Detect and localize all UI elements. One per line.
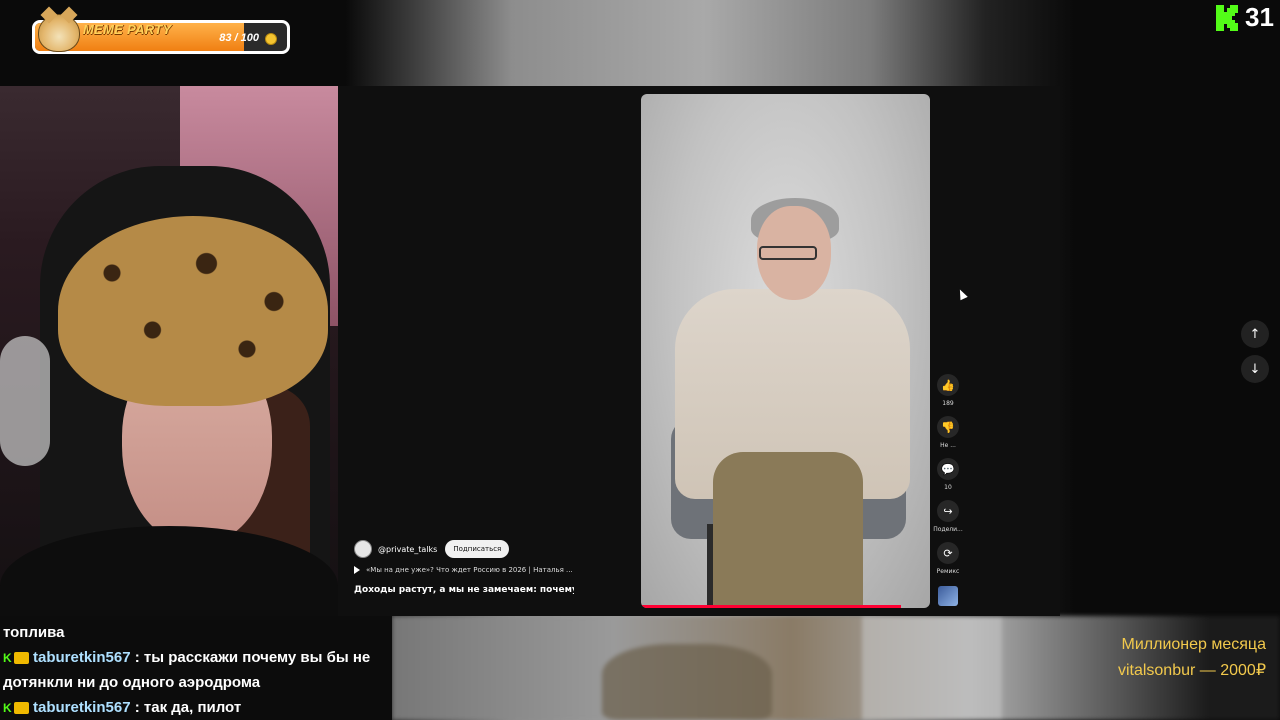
channel-info: @private_talks Подписаться: [354, 540, 510, 558]
next-video-button[interactable]: ↓: [1241, 355, 1269, 383]
arrow-down-icon: ↓: [1249, 361, 1261, 377]
share-action[interactable]: ↪ Подели...: [933, 500, 963, 534]
blurred-shape: [602, 644, 772, 720]
arrow-up-icon: ↑: [1249, 326, 1261, 342]
action-bar: 👍 189 👎 Не ... 💬 10 ↪ Подели... ⟳ Ремикс: [933, 374, 963, 606]
top-donor-widget: Миллионер месяца vitalsonbur — 2000₽: [1090, 632, 1266, 684]
kick-badge-icon: K: [3, 651, 12, 666]
top-donor-line: vitalsonbur — 2000₽: [1117, 662, 1266, 679]
top-donor-label: Миллионер месяца: [1121, 636, 1266, 653]
remix-action[interactable]: ⟳ Ремикс: [936, 542, 960, 576]
streamer-webcam: [0, 86, 338, 616]
remix-label: Ремикс: [936, 568, 960, 575]
chat-message: Ktaburetkin567 : ты расскажи почему вы б…: [3, 645, 389, 670]
dislike-action[interactable]: 👎 Не ...: [937, 416, 959, 450]
coin-icon: [265, 33, 277, 45]
crown-badge-icon: [14, 702, 29, 715]
short-video[interactable]: [641, 94, 930, 608]
comment-icon[interactable]: 💬: [937, 458, 959, 480]
play-icon: [354, 566, 360, 574]
dislike-label: Не ...: [940, 442, 956, 449]
comments-action[interactable]: 💬 10: [937, 458, 959, 492]
leopard-hat: [58, 216, 328, 406]
like-count: 189: [942, 400, 954, 407]
chat-username: taburetkin567: [33, 699, 131, 716]
thumbs-down-icon[interactable]: 👎: [937, 416, 959, 438]
video-progress-bar[interactable]: [641, 605, 902, 608]
chat-message: Ktaburetkin567 : так да, пилот: [3, 695, 389, 720]
blurred-shape: [862, 616, 1002, 720]
previous-video-button[interactable]: ↑: [1241, 320, 1269, 348]
channel-avatar[interactable]: [354, 540, 372, 558]
video-title[interactable]: Доходы растут, а мы не замечаем: почему?…: [354, 585, 574, 595]
share-icon[interactable]: ↪: [937, 500, 959, 522]
comment-count: 10: [944, 484, 952, 491]
kick-badge-icon: K: [3, 701, 12, 716]
channel-name[interactable]: @private_talks: [378, 545, 437, 554]
chat-text: : так да, пилот: [134, 699, 242, 716]
chat-message-continuation: дотянкли ни до одного аэродрома: [3, 674, 261, 691]
linked-video[interactable]: «Мы на дне уже»? Что ждет Россию в 2026 …: [354, 566, 574, 574]
thumbs-up-icon[interactable]: 👍: [937, 374, 959, 396]
glasses: [759, 246, 817, 260]
chat-username: taburetkin567: [33, 649, 131, 666]
share-label: Подели...: [933, 526, 963, 533]
remix-icon[interactable]: ⟳: [936, 542, 959, 564]
chat-overlay: топлива Ktaburetkin567 : ты расскажи поч…: [0, 616, 392, 720]
chat-message-continuation: топлива: [3, 624, 65, 641]
subscribe-button[interactable]: Подписаться: [445, 540, 510, 558]
like-action[interactable]: 👍 189: [937, 374, 959, 408]
gaming-chair-stripe: [0, 336, 50, 466]
kick-logo-icon: [1216, 5, 1238, 31]
meme-party-count: 83 / 100: [219, 32, 259, 44]
chat-text: : ты расскажи почему вы бы не: [134, 649, 371, 666]
sound-thumbnail[interactable]: [938, 586, 958, 606]
meme-party-title: MEME PARTY: [83, 22, 172, 37]
linked-video-title: «Мы на дне уже»? Что ждет Россию в 2026 …: [366, 566, 573, 574]
viewer-count: 31: [1245, 2, 1274, 32]
doge-icon: [38, 14, 80, 52]
crown-badge-icon: [14, 652, 29, 665]
woman-pants: [713, 452, 863, 608]
